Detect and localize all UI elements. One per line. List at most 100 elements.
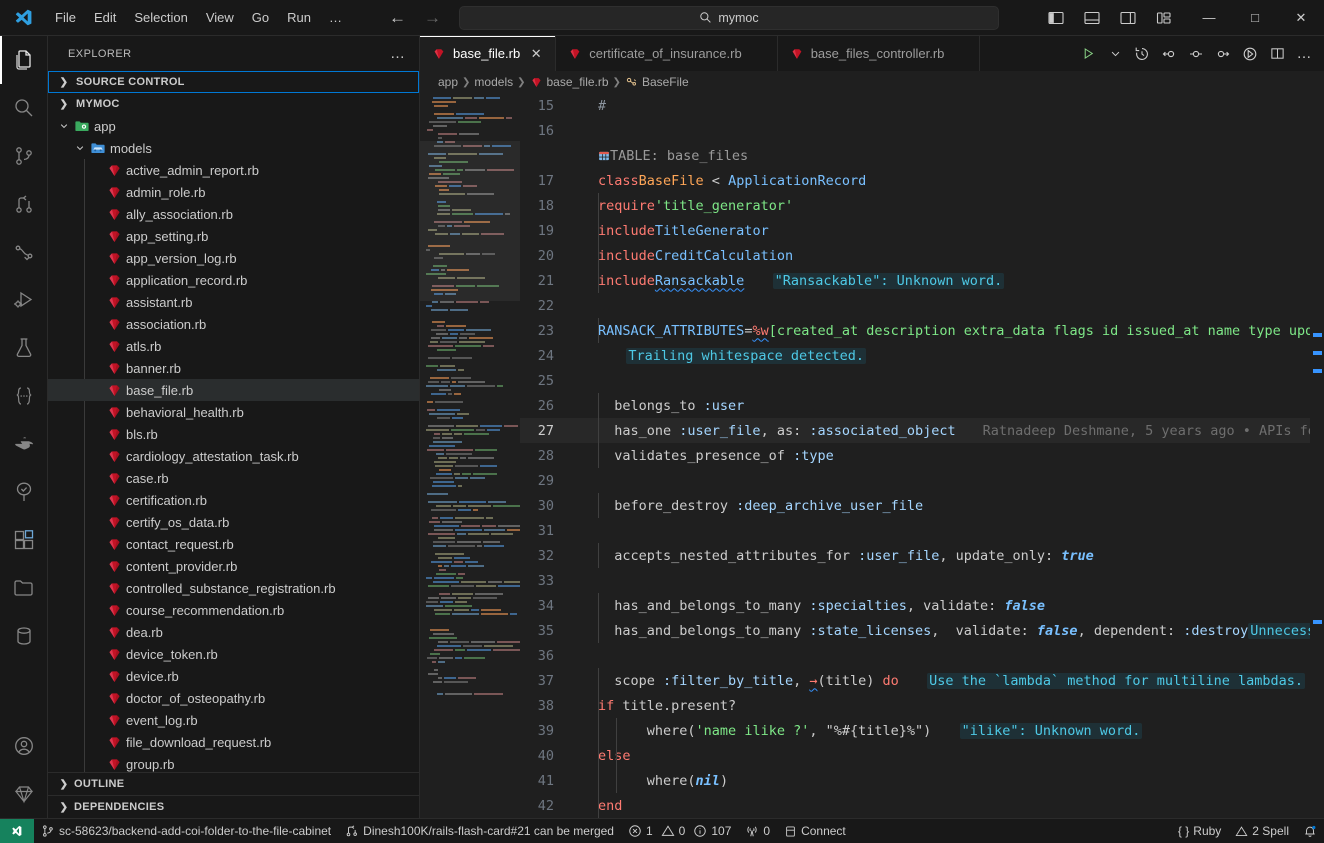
tree-file-device.rb[interactable]: device.rb: [48, 665, 419, 687]
activity-accounts[interactable]: [0, 722, 48, 770]
tab-certificate_of_insurance-rb[interactable]: certificate_of_insurance.rb ✕: [556, 36, 778, 71]
tree-file-banner.rb[interactable]: banner.rb: [48, 357, 419, 379]
tree-file-atls.rb[interactable]: atls.rb: [48, 335, 419, 357]
run-icon[interactable]: [1075, 40, 1101, 68]
status-pull-request[interactable]: Dinesh100K/rails-flash-card#21 can be me…: [338, 819, 621, 843]
tree-file-certify_os_data.rb[interactable]: certify_os_data.rb: [48, 511, 419, 533]
activity-git-graph[interactable]: [0, 228, 48, 276]
toggle-panel-icon[interactable]: [1076, 3, 1108, 33]
close-icon[interactable]: ✕: [527, 46, 545, 62]
tree-file-association.rb[interactable]: association.rb: [48, 313, 419, 335]
activity-json-tools[interactable]: [0, 372, 48, 420]
split-editor-icon[interactable]: [1264, 40, 1290, 68]
tree-file-course_recommendation.rb[interactable]: course_recommendation.rb: [48, 599, 419, 621]
quick-input-search[interactable]: mymoc: [459, 5, 999, 30]
code-lines[interactable]: 15 #16 TABLE: base_files 17 class BaseFile …: [520, 93, 1324, 818]
overview-ruler[interactable]: [1310, 93, 1324, 818]
code-line[interactable]: 20 include CreditCalculation: [520, 243, 1324, 268]
tab-base_files_controller-rb[interactable]: base_files_controller.rb ✕: [777, 36, 981, 71]
activity-database[interactable]: [0, 612, 48, 660]
status-branch[interactable]: sc-58623/backend-add-coi-folder-to-the-f…: [34, 819, 338, 843]
tree-file-behavioral_health.rb[interactable]: behavioral_health.rb: [48, 401, 419, 423]
breadcrumb-BaseFile[interactable]: BaseFile: [625, 75, 689, 89]
tree-folder-app[interactable]: app: [48, 115, 419, 137]
panel-dependencies[interactable]: ❯ DEPENDENCIES: [48, 795, 419, 818]
tree-file-controlled_substance_registration.rb[interactable]: controlled_substance_registration.rb: [48, 577, 419, 599]
code-line[interactable]: 24 Trailing whitespace detected.: [520, 343, 1324, 368]
menu-go[interactable]: Go: [243, 6, 278, 30]
tab-base_file-rb[interactable]: base_file.rb ✕: [420, 36, 557, 71]
tree-file-case.rb[interactable]: case.rb: [48, 467, 419, 489]
tree-file-doctor_of_osteopathy.rb[interactable]: doctor_of_osteopathy.rb: [48, 687, 419, 709]
code-line[interactable]: 35 has_and_belongs_to_many :state_licens…: [520, 618, 1324, 643]
tree-file-application_record.rb[interactable]: application_record.rb: [48, 269, 419, 291]
tree-file-assistant.rb[interactable]: assistant.rb: [48, 291, 419, 313]
menu-view[interactable]: View: [197, 6, 243, 30]
code-line[interactable]: 26 belongs_to :user: [520, 393, 1324, 418]
section-source-control[interactable]: ❯ SOURCE CONTROL: [48, 71, 419, 93]
tree-file-bls.rb[interactable]: bls.rb: [48, 423, 419, 445]
menu-edit[interactable]: Edit: [85, 6, 125, 30]
code-line[interactable]: 39 where('name ilike ?', "%#{title}%") "i…: [520, 718, 1324, 743]
code-line[interactable]: 36: [520, 643, 1324, 668]
code-line[interactable]: 17 class BaseFile < ApplicationRecord: [520, 168, 1324, 193]
code-editor[interactable]: 15 #16 TABLE: base_files 17 class BaseFile …: [420, 93, 1324, 818]
panel-outline[interactable]: ❯ OUTLINE: [48, 772, 419, 795]
code-line[interactable]: 40 else: [520, 743, 1324, 768]
code-line[interactable]: 15 #: [520, 93, 1324, 118]
window-minimize-button[interactable]: —: [1186, 0, 1232, 35]
code-line[interactable]: 22: [520, 293, 1324, 318]
toggle-primary-sidebar-icon[interactable]: [1040, 3, 1072, 33]
minimap[interactable]: [420, 93, 521, 818]
code-line[interactable]: 21 include Ransackable "Ransackable": Unk…: [520, 268, 1324, 293]
activity-extensions[interactable]: [0, 516, 48, 564]
status-language-mode[interactable]: { } Ruby: [1171, 819, 1228, 843]
menu-selection[interactable]: Selection: [125, 6, 196, 30]
status-problems[interactable]: 1 0 107: [621, 819, 738, 843]
activity-testing[interactable]: [0, 324, 48, 372]
file-tree[interactable]: app models active_admin_report.rb admin_rol…: [48, 115, 419, 772]
arrow-left-icon[interactable]: ←: [389, 9, 406, 26]
activity-source-control[interactable]: [0, 132, 48, 180]
code-line[interactable]: 31: [520, 518, 1324, 543]
toggle-secondary-sidebar-icon[interactable]: [1112, 3, 1144, 33]
activity-explorer[interactable]: [0, 36, 48, 84]
menu-run[interactable]: Run: [278, 6, 320, 30]
activity-search[interactable]: [0, 84, 48, 132]
step-back-icon[interactable]: [1156, 40, 1182, 68]
status-spell-check[interactable]: 2 Spell: [1228, 819, 1296, 843]
tree-file-group.rb[interactable]: group.rb: [48, 753, 419, 772]
code-line[interactable]: 30 before_destroy :deep_archive_user_fil…: [520, 493, 1324, 518]
breadcrumb-app[interactable]: app: [438, 75, 458, 89]
customize-layout-icon[interactable]: [1148, 3, 1180, 33]
tree-file-contact_request.rb[interactable]: contact_request.rb: [48, 533, 419, 555]
code-line[interactable]: 28 validates_presence_of :type: [520, 443, 1324, 468]
window-close-button[interactable]: ✕: [1278, 0, 1324, 35]
window-maximize-button[interactable]: □: [1232, 0, 1278, 35]
tree-file-certification.rb[interactable]: certification.rb: [48, 489, 419, 511]
status-notifications[interactable]: [1296, 819, 1324, 843]
debug-alt-icon[interactable]: [1237, 40, 1263, 68]
code-line[interactable]: 16: [520, 118, 1324, 143]
tree-file-active_admin_report.rb[interactable]: active_admin_report.rb: [48, 159, 419, 181]
minimap-slider[interactable]: [420, 141, 520, 301]
timeline-icon[interactable]: [1129, 40, 1155, 68]
remote-window-icon[interactable]: [0, 818, 34, 843]
tree-folder-models[interactable]: models: [48, 137, 419, 159]
code-line[interactable]: 38 if title.present?: [520, 693, 1324, 718]
git-commit-icon[interactable]: [1183, 40, 1209, 68]
menu-more[interactable]: …: [320, 6, 351, 30]
tree-file-event_log.rb[interactable]: event_log.rb: [48, 709, 419, 731]
tree-file-cardiology_attestation_task.rb[interactable]: cardiology_attestation_task.rb: [48, 445, 419, 467]
tree-file-app_setting.rb[interactable]: app_setting.rb: [48, 225, 419, 247]
activity-run-and-debug[interactable]: [0, 276, 48, 324]
tree-file-app_version_log.rb[interactable]: app_version_log.rb: [48, 247, 419, 269]
menu-file[interactable]: File: [46, 6, 85, 30]
code-line[interactable]: 18 require 'title_generator': [520, 193, 1324, 218]
tree-file-admin_role.rb[interactable]: admin_role.rb: [48, 181, 419, 203]
code-line[interactable]: 33: [520, 568, 1324, 593]
ellipsis-icon[interactable]: …: [384, 46, 411, 61]
tree-file-file_download_request.rb[interactable]: file_download_request.rb: [48, 731, 419, 753]
activity-code-health[interactable]: [0, 468, 48, 516]
more-actions-icon[interactable]: …: [1291, 40, 1317, 68]
